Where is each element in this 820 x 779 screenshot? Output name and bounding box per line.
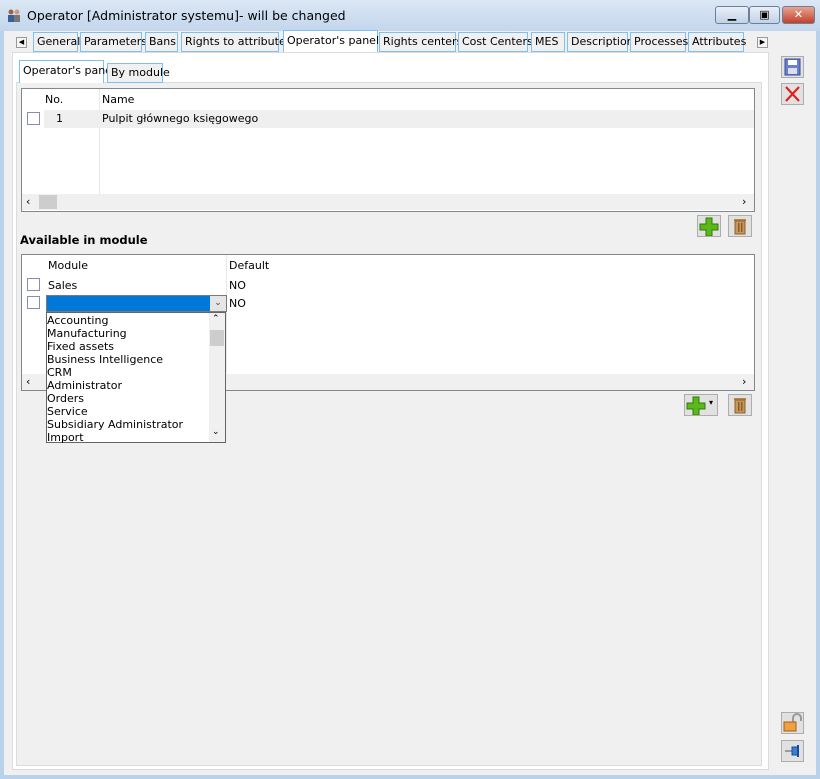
row-name: Pulpit głównego księgowego [102,112,259,125]
plus-icon [699,217,719,237]
scroll-left-icon[interactable]: ‹ [26,195,30,208]
tab-operators-panels[interactable]: Operator's panels [283,30,385,53]
window-title: Operator [Administrator systemu]- will b… [27,8,346,23]
scroll-right-icon[interactable]: › [742,195,746,208]
tabs-scroll-left-button[interactable]: ◀ [16,37,27,48]
option-manufacturing[interactable]: Manufacturing [47,327,127,340]
subtab-by-module[interactable]: By module [107,63,170,83]
scroll-down-icon[interactable]: ⌄ [212,427,220,437]
operator-users-icon [8,9,20,22]
option-subsidiary-administrator[interactable]: Subsidiary Administrator [47,418,183,431]
subtab-operators-panel[interactable]: Operator's panel [19,60,115,83]
option-business-intelligence[interactable]: Business Intelligence [47,353,163,366]
tab-cost-centers[interactable]: Cost Centers [458,32,533,52]
option-fixed-assets[interactable]: Fixed assets [47,340,114,353]
dropdown-arrow-icon[interactable]: ▾ [709,398,713,407]
scroll-up-icon[interactable]: ⌃ [212,314,220,324]
tab-description[interactable]: Description [567,32,634,52]
save-button[interactable] [781,56,804,78]
section-title-available-in-module: Available in module [20,233,148,247]
cancel-button[interactable] [781,83,804,105]
dropdown-scrollbar[interactable]: ⌃ ⌄ [209,313,225,442]
pin-button[interactable] [781,740,804,762]
plus-icon [686,396,706,416]
option-orders[interactable]: Orders [47,392,84,405]
option-service[interactable]: Service [47,405,88,418]
tab-general[interactable]: General [33,32,80,52]
column-header-module[interactable]: Module [48,259,88,272]
lock-button[interactable] [781,712,804,734]
red-x-icon [785,86,800,102]
scroll-left-icon[interactable]: ‹ [26,375,30,388]
option-administrator[interactable]: Administrator [47,379,122,392]
tab-rights-centers[interactable]: Rights centers [379,32,462,52]
column-header-default[interactable]: Default [229,259,269,272]
delete-panel-button[interactable] [728,215,752,237]
tab-rights-to-attributes[interactable]: Rights to attributes [181,32,291,52]
tab-attributes[interactable]: Attributes [688,32,746,52]
maximize-button[interactable]: ▣ [749,6,780,24]
option-accounting[interactable]: Accounting [47,314,108,327]
close-button[interactable]: ✕ [782,6,815,24]
default-cell[interactable]: NO [229,297,246,310]
option-crm[interactable]: CRM [47,366,72,379]
trash-icon [734,398,746,414]
row-checkbox[interactable] [27,112,40,125]
column-header-no[interactable]: No. [45,93,63,106]
scrollbar-thumb[interactable] [210,330,224,346]
tab-processes[interactable]: Processes [630,32,688,52]
add-module-split-button[interactable]: ▾ [684,394,718,416]
row-checkbox[interactable] [27,278,40,291]
horizontal-scrollbar[interactable]: ‹ › [22,194,754,210]
module-select[interactable]: ⌄ [46,295,227,312]
tab-mes[interactable]: MES [531,32,565,52]
module-dropdown-list[interactable]: Accounting Manufacturing Fixed assets Bu… [46,312,226,444]
minimize-button[interactable]: ▁ [715,6,749,24]
tab-parameters[interactable]: Parameters [80,32,147,52]
column-header-name[interactable]: Name [102,93,134,106]
chevron-down-icon[interactable]: ⌄ [210,296,226,311]
panels-grid: No. Name 1 Pulpit głównego księgowego ‹ … [21,88,755,212]
table-row[interactable]: 1 Pulpit głównego księgowego [44,110,754,128]
tab-bans[interactable]: Bans [145,32,178,52]
option-import[interactable]: Import [47,431,84,444]
scroll-right-icon[interactable]: › [742,375,746,388]
floppy-disk-icon [784,58,801,76]
row-checkbox[interactable] [27,296,40,309]
add-panel-button[interactable] [697,215,721,237]
unlocked-padlock-icon [783,713,802,732]
trash-icon [734,219,746,235]
pin-icon [785,745,799,757]
row-no: 1 [56,112,63,125]
scrollbar-thumb[interactable] [39,195,57,209]
default-cell[interactable]: NO [229,279,246,292]
delete-module-button[interactable] [728,394,752,416]
tabs-scroll-right-button[interactable]: ▶ [757,37,768,48]
module-cell[interactable]: Sales [48,279,77,292]
